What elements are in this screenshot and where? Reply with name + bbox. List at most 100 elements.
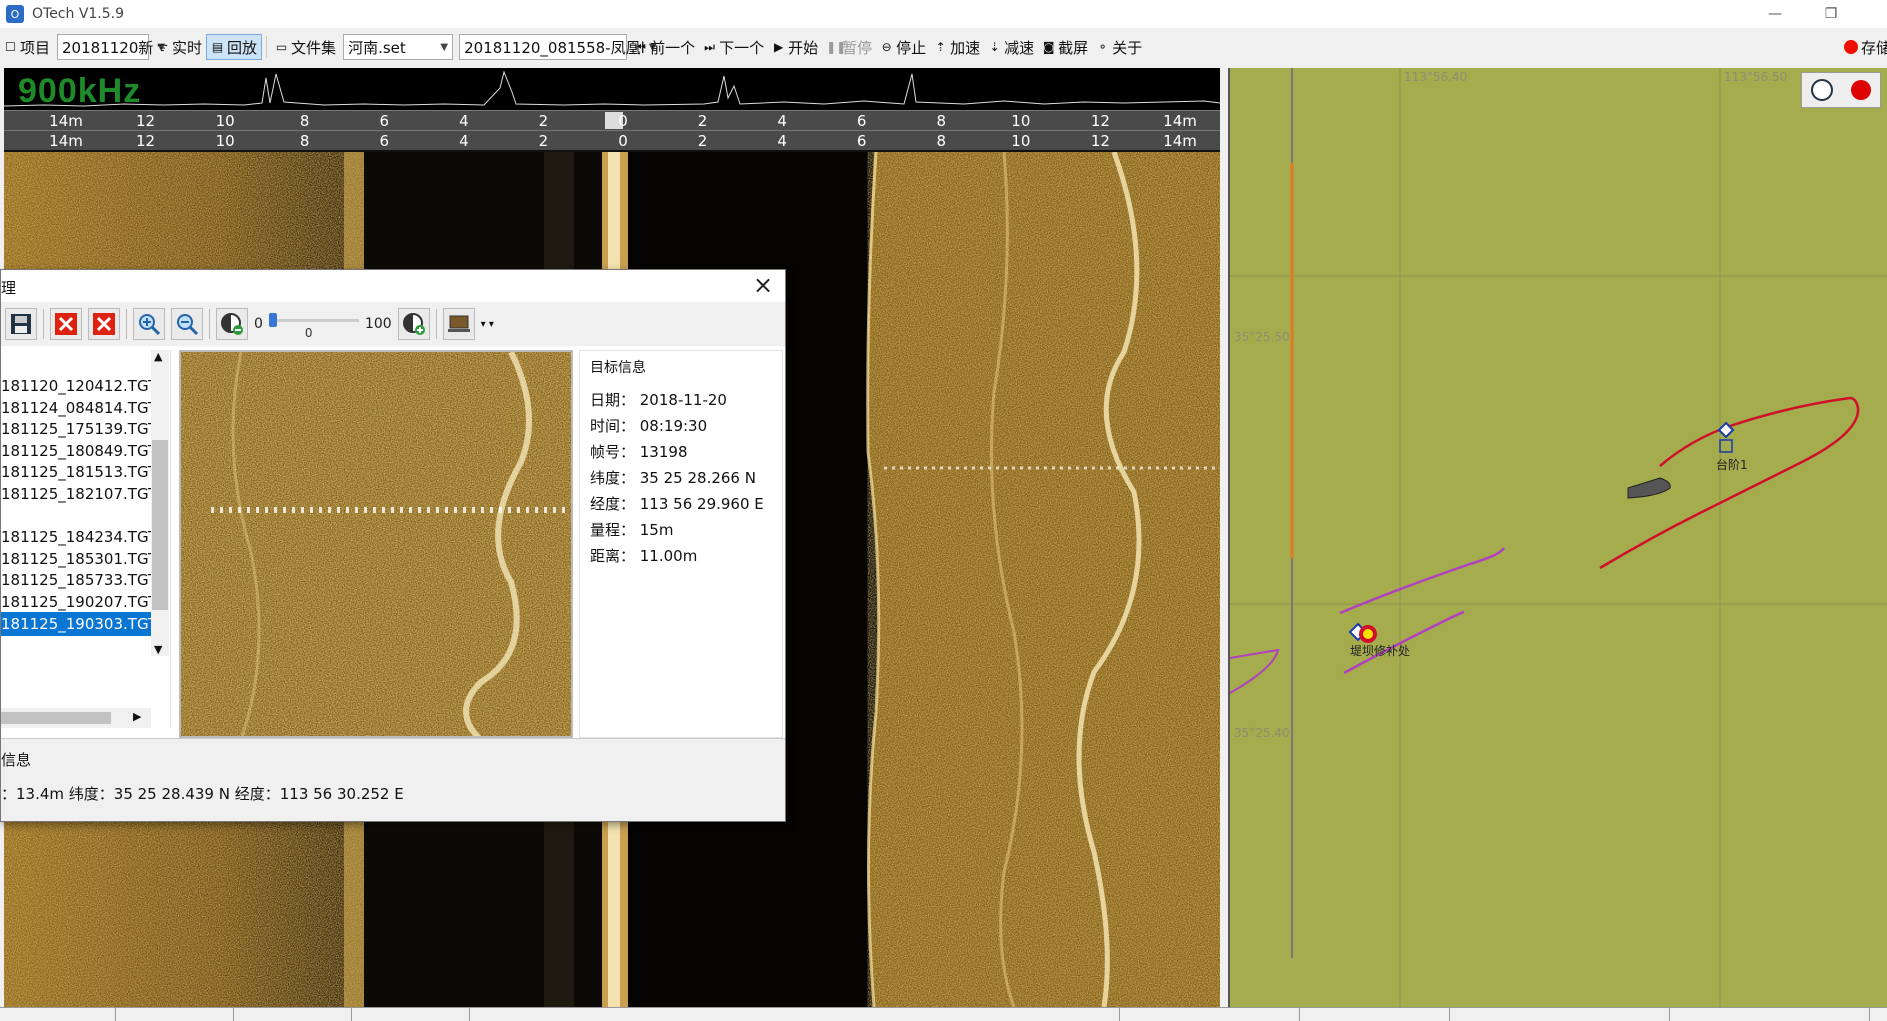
file-list-item[interactable]: 181125_180849.TGT (1, 439, 151, 463)
ruler-tick-label: 14m (49, 132, 83, 150)
about-button[interactable]: ⚬ 关于 (1092, 34, 1146, 60)
minimize-button[interactable]: — (1747, 0, 1803, 28)
fileset-button[interactable]: ▭ 文件集 (271, 34, 340, 60)
file-list-hscrollbar[interactable]: ▶ (1, 708, 151, 728)
file-list-item[interactable]: 181125_175139.TGT (1, 417, 151, 441)
file-list-item[interactable]: 181125_181513.TGT (1, 460, 151, 484)
ruler-tick-label: 12 (1090, 112, 1110, 130)
zoom-in-icon (139, 314, 161, 336)
ruler-tick-label: 6 (379, 112, 390, 130)
app-window: O OTech V1.5.9 — ❐ ☐ 项目 20181120新 ▼ ᯤ 实时… (0, 0, 1887, 1021)
file-list-item[interactable]: 181125_184234.TGT (1, 525, 151, 549)
delete-target-button[interactable] (50, 308, 82, 340)
speedup-icon: ⇡ (935, 39, 946, 54)
pause-label: 暂停 (842, 38, 873, 57)
ruler-tick-label: 4 (459, 132, 469, 150)
amplitude-trace (4, 70, 1220, 107)
delete-all-button[interactable] (88, 308, 120, 340)
record-icon (1844, 40, 1858, 54)
toolbar-divider (43, 309, 44, 339)
file-list-item[interactable]: 181125_190207.TGT (1, 590, 151, 614)
stop-label: 停止 (896, 38, 927, 57)
next-button[interactable]: ⏭ 下一个 (699, 34, 768, 60)
chevron-down-icon[interactable]: ▼ (154, 643, 162, 656)
slowdown-button[interactable]: ⇣ 减速 (984, 34, 1038, 60)
file-list-item[interactable]: 181125_182107.TGT (1, 482, 151, 506)
stop-button[interactable]: ⊖ 停止 (876, 34, 930, 60)
status-segment (1300, 1008, 1450, 1021)
file-list-item[interactable]: 181125_185301.TGT (1, 547, 151, 571)
range-ruler-bottom: 14m 12 10 8 6 4 2 0 2 4 6 8 10 12 14m (4, 130, 1220, 150)
chevron-up-icon[interactable]: ▲ (154, 350, 162, 363)
contrast-decrease-button[interactable] (216, 308, 248, 340)
longitude-label: 113°56.50 (1724, 70, 1788, 84)
slowdown-icon: ⇣ (989, 39, 1000, 54)
range-ruler-top: 14m 12 10 8 6 4 2 0 2 4 6 8 10 12 14m (4, 110, 1220, 130)
contrast-minus-icon (221, 313, 243, 335)
contrast-slider[interactable]: 0 (268, 309, 359, 340)
save-label: 存储 (1861, 38, 1887, 57)
ruler-tick-label: 6 (379, 132, 390, 150)
target-info-header: 目标信息 (590, 360, 646, 376)
scrollbar-thumb[interactable] (152, 440, 168, 610)
ruler-tick-label: 2 (538, 132, 549, 150)
target-preview-image[interactable] (179, 350, 573, 738)
status-segment (1670, 1008, 1870, 1021)
ruler-tick-label: 12 (136, 132, 156, 150)
export-button[interactable] (442, 308, 475, 340)
target-file-list[interactable]: 181120_120412.TGT 181124_084814.TGT 181125… (1, 350, 171, 728)
screenshot-button[interactable]: ◙ 截屏 (1038, 34, 1092, 60)
laptop-icon (447, 315, 470, 332)
zoom-out-button[interactable] (171, 308, 203, 340)
ruler-tick-label: 14m (1163, 132, 1197, 150)
fileset-select[interactable]: 河南.set ▼ (343, 34, 454, 60)
file-select[interactable]: 20181120_081558-凤凰l ▼ (459, 34, 656, 60)
target-frame: 帧号： 13198 (590, 443, 688, 461)
latitude-label: 35°25.40 (1234, 726, 1290, 740)
map-panel[interactable]: 113°56.40 113°56.50 35°25.50 35°25.40 台阶… (1228, 68, 1887, 1007)
frequency-label: 900kHz (18, 72, 142, 110)
record-button[interactable]: 存储 (1840, 34, 1887, 60)
export-dropdown-icon[interactable]: ▾ ▾ (481, 319, 494, 330)
chevron-down-icon: ▼ (440, 41, 449, 53)
file-list-item[interactable] (1, 504, 151, 528)
zoom-in-button[interactable] (133, 308, 165, 340)
file-list-item[interactable]: 181120_120412.TGT (1, 374, 151, 398)
cursor-info-section: 信息 ：13.4m 纬度：35 25 28.439 N 经度：113 56 30… (1, 738, 785, 821)
close-icon[interactable]: × (749, 272, 777, 300)
target-latitude: 纬度： 35 25 28.266 N (590, 469, 756, 487)
amplitude-scope: 900kHz (4, 68, 1220, 110)
status-segment (234, 1008, 352, 1021)
start-button[interactable]: ▶ 开始 (768, 34, 822, 60)
speedup-button[interactable]: ⇡ 加速 (930, 34, 984, 60)
file-list-item[interactable]: 181125_190303.TGT (1, 611, 151, 636)
record-point-icon[interactable] (1851, 80, 1871, 100)
playback-button[interactable]: ▤ 回放 (206, 34, 263, 60)
project-select[interactable]: 20181120新 ▼ (57, 34, 165, 60)
compass-icon[interactable] (1811, 79, 1833, 101)
latitude-label: 35°25.50 (1234, 330, 1290, 344)
file-select-value: 20181120_081558-凤凰l (464, 38, 645, 57)
play-icon: ▶ (773, 39, 784, 54)
start-label: 开始 (788, 38, 819, 57)
slider-thumb[interactable] (268, 313, 277, 327)
status-bar (0, 1007, 1887, 1021)
project-button[interactable]: ☐ 项目 (0, 34, 54, 60)
file-list-scrollbar[interactable]: ▲ ▼ (151, 350, 169, 656)
target-info-panel: 目标信息 日期： 2018-11-20 时间： 08:19:30 帧号： 131… (579, 350, 783, 738)
pause-button[interactable]: ❚❚ 暂停 (822, 34, 876, 60)
scrollbar-thumb[interactable] (1, 712, 111, 724)
file-list-item[interactable]: 181124_084814.TGT (1, 396, 151, 420)
ruler-tick-label: 4 (777, 132, 787, 150)
restore-button[interactable]: ❐ (1803, 0, 1859, 28)
target-longitude: 经度： 113 56 29.960 E (590, 495, 764, 513)
realtime-button[interactable]: ᯤ 实时 (152, 34, 206, 60)
slowdown-label: 减速 (1004, 38, 1035, 57)
map-canvas (1230, 68, 1887, 1007)
file-list-item[interactable]: 181125_185733.TGT (1, 568, 151, 592)
about-label: 关于 (1112, 38, 1143, 57)
chevron-right-icon[interactable]: ▶ (133, 710, 141, 723)
save-target-button[interactable] (5, 308, 37, 340)
prev-button[interactable]: ⏮ 前一个 (630, 34, 699, 60)
contrast-increase-button[interactable] (397, 308, 430, 340)
